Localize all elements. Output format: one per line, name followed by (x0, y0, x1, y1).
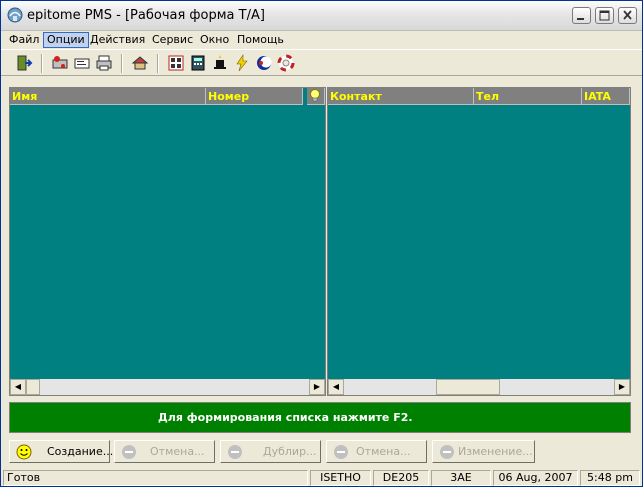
close-button[interactable] (618, 7, 637, 24)
duplicate-button-label: Дублир... (263, 445, 317, 458)
fax-icon[interactable] (73, 54, 91, 72)
column-header-name[interactable]: Имя (10, 88, 206, 105)
title-bar[interactable]: epitome PMS - [Рабочая форма Т/А] (1, 1, 642, 31)
minimize-icon (577, 18, 584, 20)
app-icon (7, 7, 23, 23)
column-header-number[interactable]: Номер (206, 88, 303, 105)
window-title: epitome PMS - [Рабочая форма Т/А] (27, 8, 265, 23)
status-bar: Готов ISETHO DE205 3AE 06 Aug, 2007 5:48… (1, 469, 642, 487)
menu-service[interactable]: Сервис (149, 32, 196, 48)
exit-door-icon[interactable] (15, 54, 33, 72)
scroll-left-button[interactable]: ◀ (10, 379, 26, 395)
calculator-icon[interactable] (189, 54, 207, 72)
lifebuoy-icon[interactable] (277, 54, 295, 72)
no-entry-icon (440, 445, 454, 459)
toolbar (1, 49, 642, 76)
status-date: 06 Aug, 2007 (493, 470, 578, 486)
cancel-reservation-button[interactable]: Отмена... (326, 440, 427, 463)
menu-file[interactable]: Файл (6, 32, 42, 48)
main-window: epitome PMS - [Рабочая форма Т/А] Файл О… (0, 0, 643, 487)
menu-options[interactable]: Опции (43, 32, 89, 48)
smiley-icon (16, 444, 32, 460)
maximize-button[interactable] (595, 7, 614, 24)
lightning-icon[interactable] (233, 54, 251, 72)
cancel-button[interactable]: Отмена... (114, 440, 215, 463)
left-grid[interactable]: Имя Номер ◀ ▶ (9, 87, 326, 396)
status-time: 5:48 pm (580, 470, 640, 486)
house-icon[interactable] (131, 54, 149, 72)
lightbulb-icon (310, 89, 320, 102)
left-horizontal-scrollbar[interactable]: ◀ ▶ (10, 379, 325, 395)
column-header-phone[interactable]: Тел (474, 88, 582, 105)
cancel-button-label: Отмена... (150, 445, 205, 458)
scroll-right-button[interactable]: ▶ (614, 379, 630, 395)
menu-actions[interactable]: Действия (87, 32, 148, 48)
scroll-thumb[interactable] (26, 379, 40, 395)
status-state: Готов (3, 470, 308, 486)
toolbar-separator (41, 54, 43, 73)
scroll-right-button[interactable]: ▶ (309, 379, 325, 395)
cancel-reservation-button-label: Отмена... (356, 445, 411, 458)
print-setup-icon[interactable] (51, 54, 69, 72)
magic-hat-icon[interactable] (211, 54, 229, 72)
column-header-bulb[interactable] (307, 88, 325, 105)
menu-bar: Файл Опции Действия Сервис Окно Помощь (1, 31, 642, 49)
column-header-contact[interactable]: Контакт (328, 88, 474, 105)
info-banner-text: Для формирования списка нажмите F2. (158, 411, 413, 424)
right-grid[interactable]: Контакт Тел IATA ◀ ▶ (327, 87, 631, 396)
column-header-iata[interactable]: IATA (582, 88, 630, 105)
maximize-icon (599, 10, 610, 21)
duplicate-button[interactable]: Дублир... (220, 440, 321, 463)
toolbar-separator (157, 54, 159, 73)
info-banner: Для формирования списка нажмите F2. (9, 402, 631, 433)
change-button[interactable]: Изменение... (432, 440, 535, 463)
toolbar-separator (121, 54, 123, 73)
create-button[interactable]: Создание... (9, 440, 114, 463)
status-terminal: DE205 (373, 470, 429, 486)
create-button-label: Создание... (47, 445, 114, 458)
status-user: ISETHO (310, 470, 371, 486)
phone-icon[interactable] (167, 54, 185, 72)
scroll-thumb[interactable] (436, 379, 500, 395)
change-button-label: Изменение... (458, 445, 533, 458)
minimize-button[interactable] (572, 7, 591, 24)
no-entry-icon (228, 445, 242, 459)
close-icon (623, 10, 632, 20)
status-code: 3AE (431, 470, 491, 486)
printer-icon[interactable] (95, 54, 113, 72)
menu-help[interactable]: Помощь (234, 32, 287, 48)
right-horizontal-scrollbar[interactable]: ◀ ▶ (328, 379, 630, 395)
menu-window[interactable]: Окно (197, 32, 232, 48)
scroll-left-button[interactable]: ◀ (328, 379, 344, 395)
moon-icon[interactable] (255, 54, 273, 72)
no-entry-icon (334, 445, 348, 459)
no-entry-icon (122, 445, 136, 459)
